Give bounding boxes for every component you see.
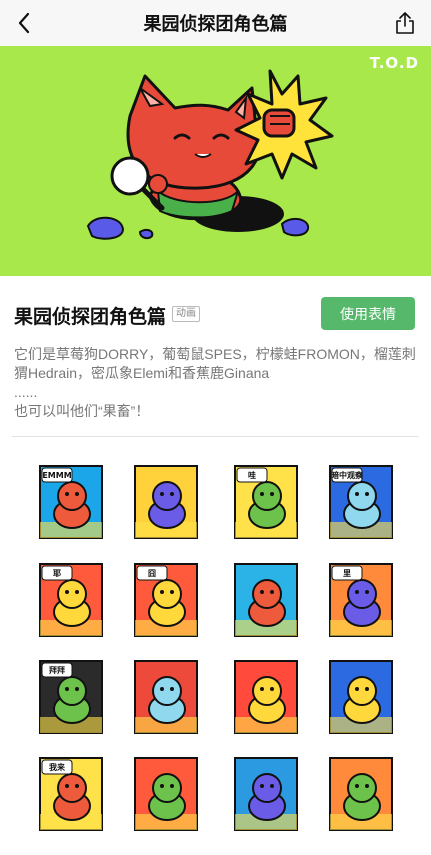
use-sticker-button[interactable]: 使用表情 <box>321 297 415 330</box>
pack-title: 果园侦探团角色篇 <box>14 307 167 328</box>
strawberry-dog-sticker: 我来 <box>39 757 103 831</box>
sticker-item[interactable] <box>233 756 299 832</box>
sticker-item[interactable]: 我来 <box>38 756 104 832</box>
sticker-item[interactable]: EMMM <box>38 464 104 540</box>
sticker-item[interactable] <box>133 756 199 832</box>
nav-bar: 果园侦探团角色篇 <box>0 0 431 46</box>
sticker-item[interactable]: 里 <box>328 562 394 638</box>
grape-mouse-sticker <box>134 465 198 539</box>
melon-elephant-sticker: 暗中观察 <box>329 465 393 539</box>
sticker-caption: EMMM <box>42 471 71 480</box>
description-line: 也可以叫他们“果畜”！ <box>14 403 150 419</box>
grape-mouse-sticker <box>234 757 298 831</box>
sticker-caption: 拜拜 <box>49 665 65 675</box>
lemon-frog-sticker: 哇 <box>234 465 298 539</box>
lemon-frog-sticker: 拜拜 <box>39 660 103 734</box>
melon-elephant-sticker <box>134 660 198 734</box>
share-button[interactable] <box>391 8 419 38</box>
animated-badge: 动画 <box>172 306 200 322</box>
divider <box>12 436 419 437</box>
chevron-left-icon <box>18 12 30 34</box>
page-title: 果园侦探团角色篇 <box>143 14 288 34</box>
banana-deer-sticker: 囧 <box>134 563 198 637</box>
sticker-item[interactable] <box>133 659 199 735</box>
banner-illustration <box>86 69 334 240</box>
sticker-item[interactable]: 拜拜 <box>38 659 104 735</box>
sticker-item[interactable] <box>233 562 299 638</box>
back-button[interactable] <box>6 4 42 42</box>
sticker-item[interactable] <box>233 659 299 735</box>
sticker-item[interactable]: 哇 <box>233 464 299 540</box>
banner: T.O.D <box>0 46 431 276</box>
strawberry-dog-sticker <box>234 563 298 637</box>
sticker-item[interactable]: 暗中观察 <box>328 464 394 540</box>
description-line: 它们是草莓狗DORRY，葡萄鼠SPES，柠檬蛙FROMON，榴莲刺猬Hedrai… <box>14 346 416 381</box>
strawberry-dog-sticker: EMMM <box>39 465 103 539</box>
sticker-caption: 暗中观察 <box>331 470 364 480</box>
grape-mouse-sticker: 里 <box>329 563 393 637</box>
sticker-caption: 里 <box>343 569 351 578</box>
banana-deer-sticker: 耶 <box>39 563 103 637</box>
lemon-frog-sticker <box>134 757 198 831</box>
description-line: ...... <box>14 384 38 400</box>
sticker-caption: 囧 <box>148 569 156 578</box>
sticker-caption: 我来 <box>49 762 66 772</box>
sticker-item[interactable] <box>328 756 394 832</box>
pack-description: 它们是草莓狗DORRY，葡萄鼠SPES，柠檬蛙FROMON，榴莲刺猬Hedrai… <box>14 345 418 421</box>
share-icon <box>396 12 414 34</box>
sticker-item[interactable]: 耶 <box>38 562 104 638</box>
lemon-frog-sticker <box>329 757 393 831</box>
sticker-item[interactable]: 囧 <box>133 562 199 638</box>
sticker-item[interactable] <box>133 464 199 540</box>
banana-deer-sticker <box>329 660 393 734</box>
sticker-caption: 哇 <box>248 470 256 480</box>
sticker-item[interactable] <box>328 659 394 735</box>
sticker-caption: 耶 <box>53 569 61 578</box>
durian-hedgehog-sticker <box>234 660 298 734</box>
